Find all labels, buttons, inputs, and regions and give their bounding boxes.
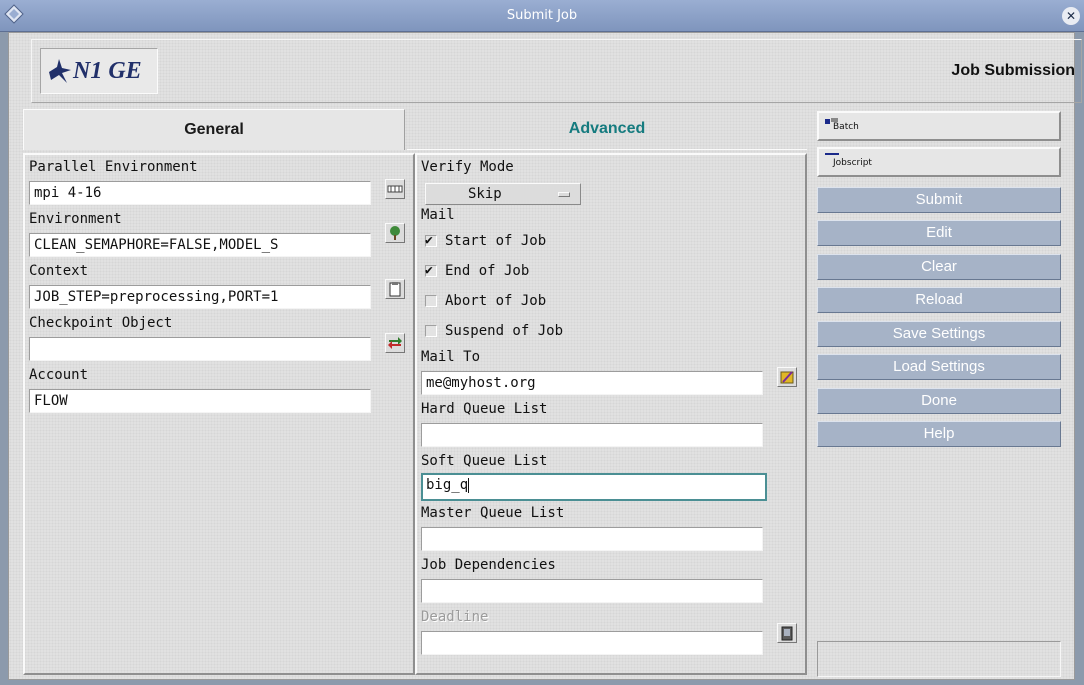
- status-box: [817, 641, 1061, 677]
- advanced-panel: Verify Mode Skip Mail ✔ Start of Job ✔ E…: [415, 153, 807, 675]
- deadline-calendar-icon[interactable]: [777, 623, 797, 643]
- verify-mode-value: Skip: [468, 186, 502, 202]
- mail-label: Mail: [421, 207, 455, 223]
- reload-button[interactable]: Reload: [817, 287, 1061, 313]
- account-field[interactable]: FLOW: [29, 389, 371, 413]
- address-book-icon: [780, 371, 794, 384]
- mail-end-label: End of Job: [445, 263, 530, 279]
- checkpoint-swap-icon[interactable]: [385, 333, 405, 353]
- mail-abort-label: Abort of Job: [445, 293, 547, 309]
- mail-to-label: Mail To: [421, 349, 481, 365]
- mail-to-edit-icon[interactable]: [777, 367, 797, 387]
- load-settings-button[interactable]: Load Settings: [817, 354, 1061, 380]
- calendar-icon: [781, 626, 793, 641]
- logo-text: N1 GE: [73, 58, 142, 84]
- master-queue-label: Master Queue List: [421, 505, 565, 521]
- option-menu-indicator-icon: [558, 192, 570, 197]
- mail-start-checkbox[interactable]: ✔ Start of Job: [425, 233, 546, 249]
- environment-tree-icon[interactable]: [385, 223, 405, 243]
- account-label: Account: [29, 367, 89, 383]
- tab-advanced[interactable]: Advanced: [407, 109, 807, 150]
- deadline-field[interactable]: [421, 631, 763, 655]
- parallel-env-label: Parallel Environment: [29, 159, 198, 175]
- verify-mode-label: Verify Mode: [421, 159, 514, 175]
- batch-mode-button[interactable]: Batch: [817, 111, 1061, 141]
- checkpoint-field[interactable]: [29, 337, 371, 361]
- mail-end-checkbox[interactable]: ✔ End of Job: [425, 263, 529, 279]
- master-queue-field[interactable]: [421, 527, 763, 551]
- checkbox-box: [425, 295, 437, 307]
- environment-field[interactable]: CLEAN_SEMAPHORE=FALSE,MODEL_S: [29, 233, 371, 257]
- soft-queue-field[interactable]: big_q: [421, 473, 767, 501]
- clear-button[interactable]: Clear: [817, 254, 1061, 280]
- mail-to-field[interactable]: me@myhost.org: [421, 371, 763, 395]
- mail-abort-checkbox[interactable]: Abort of Job: [425, 293, 546, 309]
- general-panel: Parallel Environment mpi 4-16 Environmen…: [23, 153, 415, 675]
- save-settings-button[interactable]: Save Settings: [817, 321, 1061, 347]
- context-clipboard-icon[interactable]: [385, 279, 405, 299]
- pe-icon: [387, 185, 403, 193]
- done-button[interactable]: Done: [817, 388, 1061, 414]
- pe-select-icon[interactable]: [385, 179, 405, 199]
- soft-queue-label: Soft Queue List: [421, 453, 548, 469]
- page-title: Job Submission: [951, 62, 1075, 79]
- logo-bird-icon: [49, 59, 71, 83]
- mail-suspend-checkbox[interactable]: Suspend of Job: [425, 323, 563, 339]
- tree-icon: [390, 226, 400, 240]
- hard-queue-label: Hard Queue List: [421, 401, 548, 417]
- jobscript-mode-button[interactable]: Jobscript: [817, 147, 1061, 177]
- logo: N1 GE: [40, 48, 158, 94]
- mail-start-label: Start of Job: [445, 233, 547, 249]
- parallel-env-field[interactable]: mpi 4-16: [29, 181, 371, 205]
- checkmark-icon: ✔: [425, 233, 433, 248]
- submit-button[interactable]: Submit: [817, 187, 1061, 213]
- checkbox-box: [425, 325, 437, 337]
- text-cursor: [468, 477, 470, 493]
- job-deps-field[interactable]: [421, 579, 763, 603]
- hard-queue-field[interactable]: [421, 423, 763, 447]
- header-bar: N1 GE Job Submission: [31, 39, 1082, 103]
- clipboard-icon: [389, 282, 401, 297]
- dialog-body: N1 GE Job Submission General Advanced Pa…: [8, 32, 1082, 680]
- soft-queue-value: big_q: [426, 477, 469, 493]
- swap-arrows-icon: [388, 337, 402, 349]
- checkpoint-label: Checkpoint Object: [29, 315, 173, 331]
- window-title: Submit Job: [506, 8, 578, 23]
- verify-mode-select[interactable]: Skip: [425, 183, 581, 205]
- job-deps-label: Job Dependencies: [421, 557, 556, 573]
- checkmark-icon: ✔: [425, 263, 433, 278]
- batch-mode-label: Batch: [833, 122, 859, 132]
- close-icon[interactable]: ✕: [1062, 7, 1080, 25]
- context-field[interactable]: JOB_STEP=preprocessing,PORT=1: [29, 285, 371, 309]
- help-button[interactable]: Help: [817, 421, 1061, 447]
- edit-button[interactable]: Edit: [817, 220, 1061, 246]
- environment-label: Environment: [29, 211, 122, 227]
- context-label: Context: [29, 263, 89, 279]
- jobscript-mode-label: Jobscript: [833, 158, 872, 168]
- tab-general[interactable]: General: [23, 109, 405, 150]
- window-titlebar[interactable]: Submit Job ✕: [0, 0, 1084, 32]
- deadline-label: Deadline: [421, 609, 489, 625]
- action-sidebar: Batch Jobscript Submit Edit Clear Reload…: [811, 111, 1069, 677]
- mail-suspend-label: Suspend of Job: [445, 323, 564, 339]
